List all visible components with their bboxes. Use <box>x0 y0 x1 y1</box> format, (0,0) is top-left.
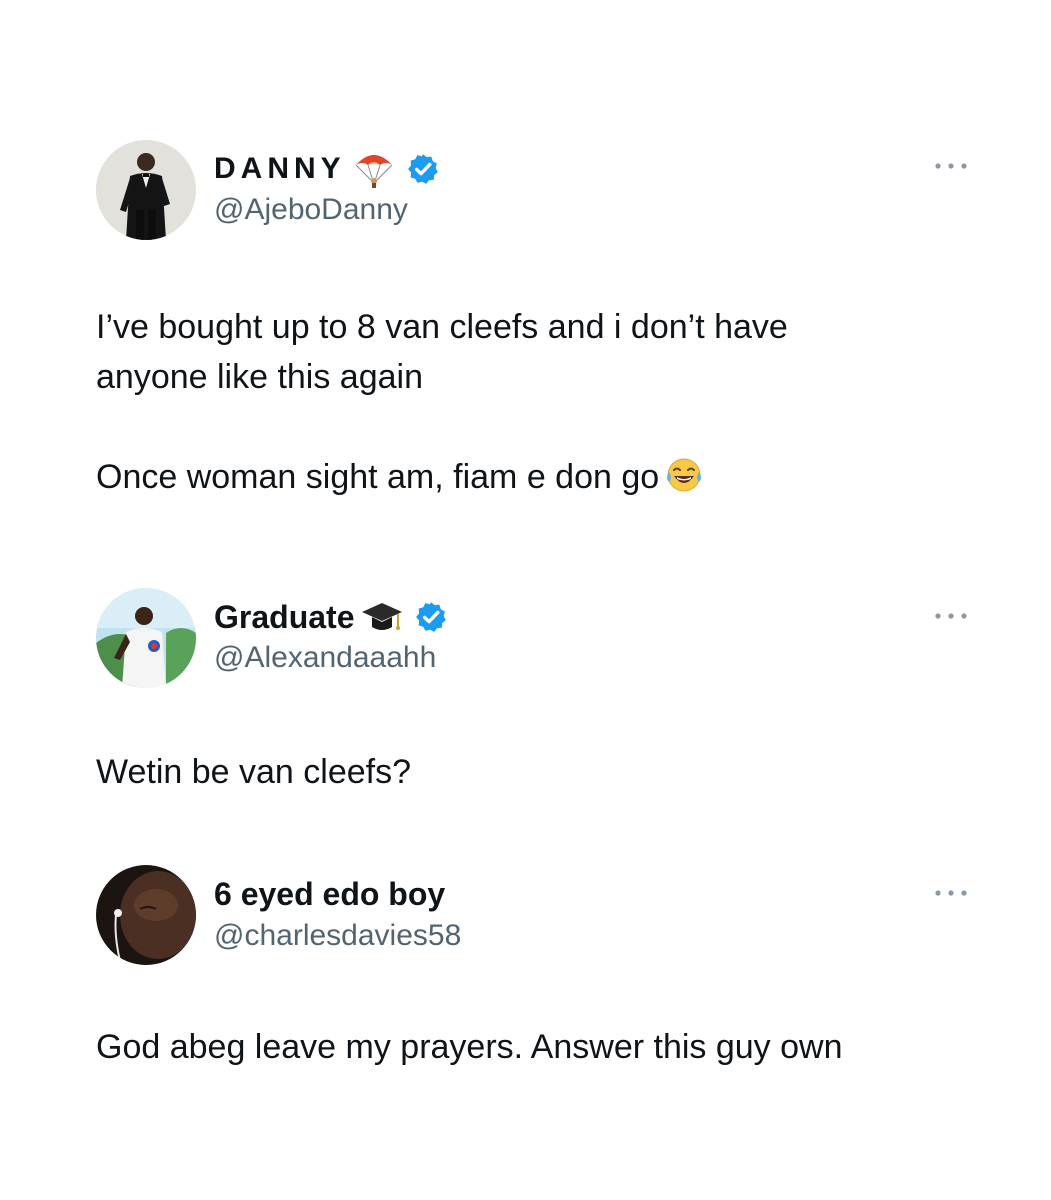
tweet-text-line: Wetin be van cleefs? <box>96 753 411 791</box>
tweet-text-line-2: Once woman sight am, fiam e don go <box>96 452 956 502</box>
tweet-text: Wetin be van cleefs? <box>96 747 956 797</box>
tweet-text: God abeg leave my prayers. Answer this g… <box>96 1022 956 1072</box>
tweet-text-line: Once woman sight am, fiam e don go <box>96 458 660 496</box>
avatar[interactable] <box>96 588 196 688</box>
tweet-text-line: God abeg leave my prayers. Answer this g… <box>96 1028 843 1066</box>
parachute-icon <box>352 149 396 189</box>
avatar[interactable] <box>96 140 196 240</box>
verified-badge-icon <box>414 600 448 634</box>
tweet-text-line: I’ve bought up to 8 van cleefs and i don… <box>96 308 788 396</box>
display-name[interactable]: Graduate <box>214 599 354 636</box>
avatar-photo-graduate <box>96 588 196 688</box>
more-options-icon[interactable] <box>928 156 974 176</box>
display-name[interactable]: 6 eyed edo boy <box>214 876 445 913</box>
graduation-cap-icon <box>360 597 404 637</box>
face-with-tears-of-joy-icon <box>665 456 703 494</box>
more-options-icon[interactable] <box>928 606 974 626</box>
avatar-photo-danny <box>96 140 196 240</box>
display-name[interactable]: DANNY <box>214 152 346 186</box>
avatar[interactable] <box>96 865 196 965</box>
avatar-photo-charlesdavies <box>96 865 196 965</box>
handle[interactable]: @charlesdavies58 <box>214 919 461 953</box>
more-options-icon[interactable] <box>928 883 974 903</box>
handle[interactable]: @Alexandaaahh <box>214 641 436 675</box>
handle[interactable]: @AjeboDanny <box>214 193 408 227</box>
tweet-text: I’ve bought up to 8 van cleefs and i don… <box>96 302 956 502</box>
verified-badge-icon <box>406 152 440 186</box>
